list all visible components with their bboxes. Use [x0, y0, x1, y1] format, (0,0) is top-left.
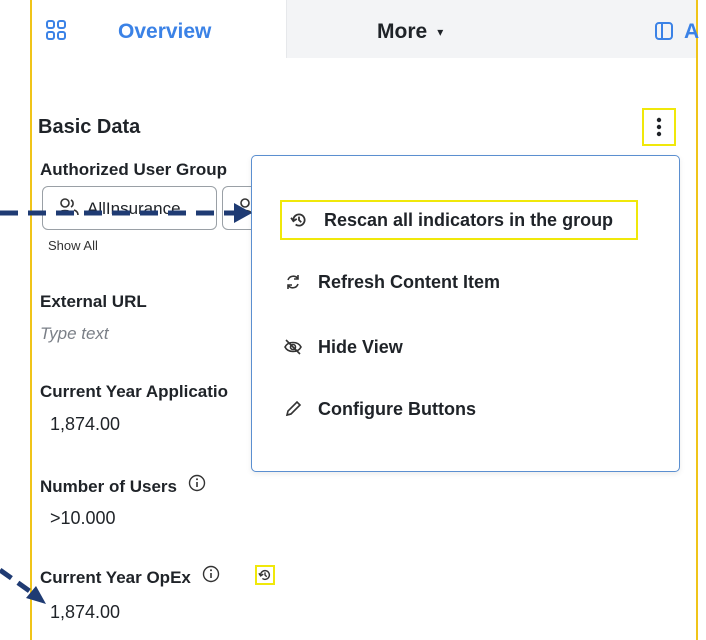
external-url-input[interactable]: Type text — [40, 324, 109, 344]
kebab-icon — [656, 117, 662, 137]
rescan-icon — [288, 211, 310, 229]
info-icon[interactable] — [202, 565, 220, 588]
tab-overview[interactable]: Overview — [32, 0, 287, 58]
chip-label: AllInsurance — [87, 199, 181, 218]
tab-more[interactable]: More ▾ — [377, 20, 443, 44]
current-year-opex-value: 1,874.00 — [50, 602, 121, 622]
rescan-indicator-button[interactable] — [255, 565, 275, 585]
pencil-icon — [282, 400, 304, 418]
rescan-icon — [258, 569, 271, 581]
number-users-label-text: Number of Users — [40, 476, 177, 496]
tab-bar: Overview More ▾ A — [32, 0, 699, 59]
menu-item-label: Refresh Content Item — [318, 271, 501, 292]
menu-item-configure-buttons[interactable]: Configure Buttons — [282, 394, 476, 424]
current-year-app-value: 1,874.00 — [50, 414, 121, 434]
tab-more-label: More — [377, 20, 428, 43]
tab-a-label[interactable]: A — [684, 20, 699, 44]
side-panel-icon[interactable] — [655, 22, 673, 45]
info-icon[interactable] — [188, 474, 206, 497]
menu-item-label: Rescan all indicators in the group — [324, 209, 614, 230]
menu-item-label: Configure Buttons — [318, 398, 476, 419]
number-users-value: >10.000 — [50, 508, 116, 528]
menu-item-hide-view[interactable]: Hide View — [282, 332, 403, 362]
external-url-label: External URL — [40, 292, 147, 311]
menu-item-label: Hide View — [318, 336, 403, 357]
authorized-group-label: Authorized User Group — [40, 160, 228, 179]
tab-overview-label: Overview — [118, 20, 212, 43]
more-options-button[interactable] — [642, 108, 676, 146]
number-users-label: Number of Users — [40, 474, 206, 499]
menu-item-refresh[interactable]: Refresh Content Item — [282, 267, 500, 297]
grid-icon — [46, 20, 66, 45]
show-all-link[interactable]: Show All — [48, 238, 98, 253]
context-menu: Rescan all indicators in the group Refre… — [251, 155, 680, 472]
users-icon — [57, 197, 79, 222]
current-year-opex-label: Current Year OpEx — [40, 565, 220, 590]
section-title: Basic Data — [38, 116, 141, 138]
current-year-opex-label-text: Current Year OpEx — [40, 567, 191, 587]
user-group-chip[interactable]: AllInsurance — [42, 186, 217, 230]
refresh-icon — [282, 273, 304, 291]
menu-item-rescan[interactable]: Rescan all indicators in the group — [280, 200, 638, 240]
current-year-app-label: Current Year Applicatio — [40, 382, 228, 401]
eye-off-icon — [282, 338, 304, 356]
chevron-down-icon: ▾ — [437, 25, 444, 39]
